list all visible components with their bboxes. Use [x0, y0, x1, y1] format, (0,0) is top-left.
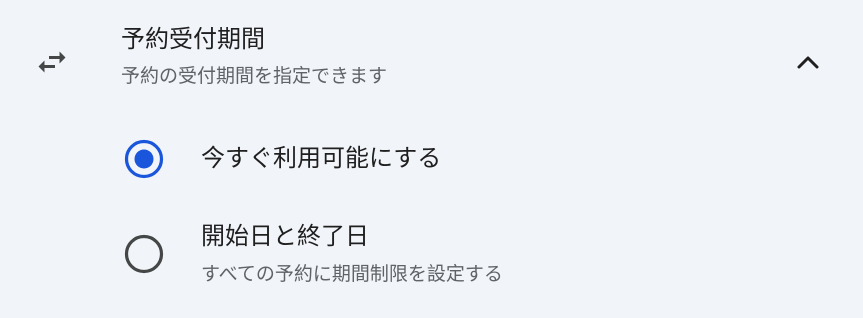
chevron-up-icon: [797, 56, 819, 69]
option-available-now-label: 今すぐ利用可能にする: [201, 144, 442, 172]
option-available-now[interactable]: 今すぐ利用可能にする: [110, 128, 810, 192]
booking-window-section: 予約受付期間 予約の受付期間を指定できます 今すぐ利用可能にする 開始日と終了日…: [0, 0, 863, 318]
section-subtitle: 予約の受付期間を指定できます: [121, 65, 388, 87]
option-start-end-date-description: すべての予約に期間制限を設定する: [201, 263, 503, 285]
collapse-button[interactable]: [788, 44, 828, 80]
section-title: 予約受付期間: [121, 25, 265, 53]
radio-start-end-date[interactable]: [124, 234, 164, 274]
section-header[interactable]: 予約受付期間 予約の受付期間を指定できます: [0, 0, 863, 110]
option-start-end-date[interactable]: 開始日と終了日 すべての予約に期間制限を設定する: [110, 206, 810, 296]
option-start-end-date-label: 開始日と終了日: [201, 222, 369, 250]
swap-horiz-icon: [34, 44, 70, 80]
radio-available-now-selected[interactable]: [124, 139, 164, 179]
